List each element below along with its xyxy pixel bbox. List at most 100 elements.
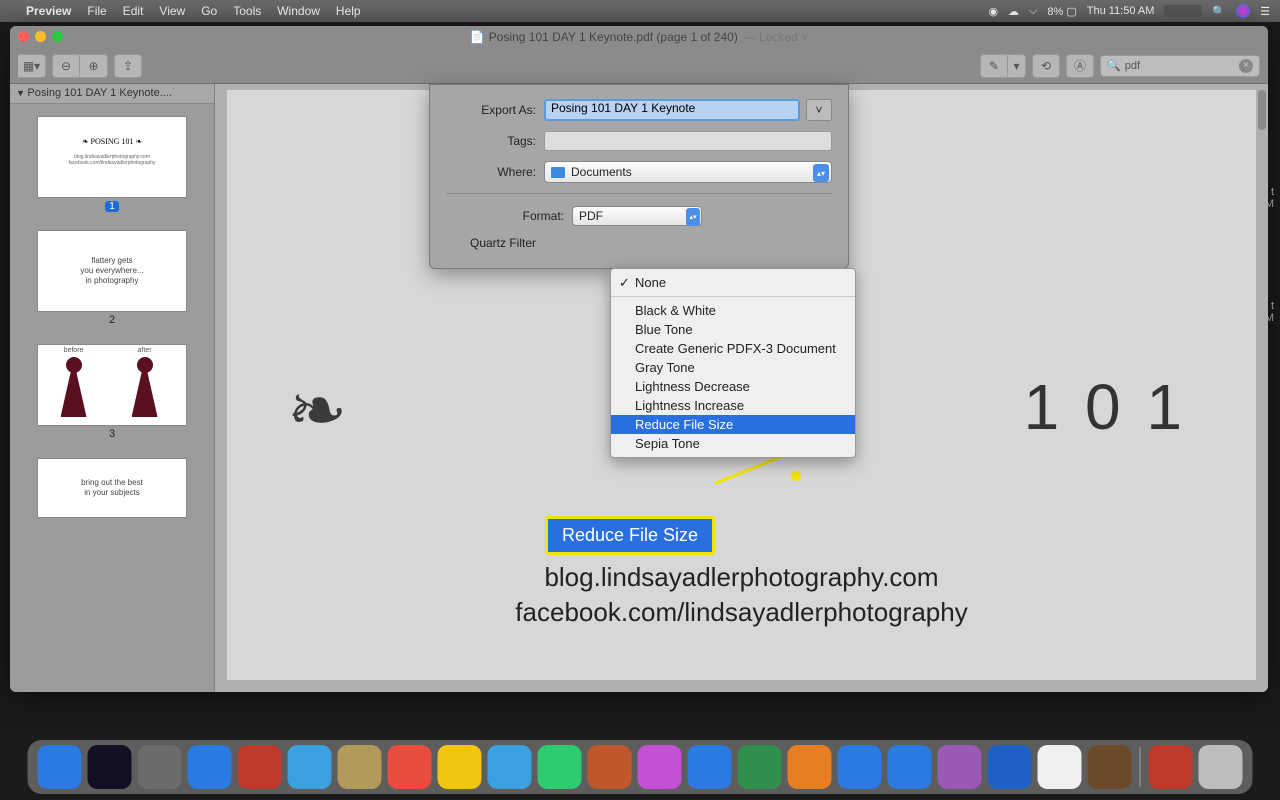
page-title-fragment: 1 0 1: [1024, 370, 1186, 444]
locked-indicator[interactable]: — Locked ˅: [744, 30, 808, 44]
thumbnail-sidebar: Posing 101 DAY 1 Keynote.... ❧ POSING 10…: [10, 84, 215, 692]
menu-view[interactable]: View: [159, 4, 185, 18]
dock-app-14[interactable]: [738, 745, 782, 789]
zoom-in-button[interactable]: ⊕: [80, 54, 108, 78]
spotlight-icon[interactable]: 🔍: [1212, 5, 1226, 18]
menu-go[interactable]: Go: [201, 4, 217, 18]
zoom-group: ⊖ ⊕: [52, 54, 108, 78]
format-label: Format:: [446, 209, 564, 223]
dock-app-15[interactable]: [788, 745, 832, 789]
page-number: 2: [10, 314, 214, 326]
annotation-callout: Reduce File Size: [545, 516, 715, 555]
where-label: Where:: [446, 165, 536, 179]
toolbar: ▦▾ ⊖ ⊕ ⇪ ✎ ▾ ⟲ Ⓐ 🔍 pdf ×: [10, 48, 1268, 84]
cc-status-icon[interactable]: ◉: [988, 5, 998, 18]
folder-icon: [551, 167, 565, 178]
notification-center-icon[interactable]: ☰: [1260, 5, 1270, 18]
sheet-divider: [446, 193, 832, 194]
markup-button[interactable]: Ⓐ: [1066, 54, 1094, 78]
clock[interactable]: Thu 11:50 AM: [1087, 5, 1155, 17]
sidebar-view-button[interactable]: ▦▾: [18, 54, 46, 78]
dock-app-0[interactable]: [38, 745, 82, 789]
thumbnail-page-1[interactable]: ❧ POSING 101 ❧ blog.lindsayadlerphotogra…: [37, 116, 187, 198]
dock-app-6[interactable]: [338, 745, 382, 789]
menu-item[interactable]: Create Generic PDFX-3 Document: [611, 339, 855, 358]
quartz-filter-label: Quartz Filter: [446, 236, 536, 250]
dock-app-11[interactable]: [588, 745, 632, 789]
search-value: pdf: [1125, 60, 1140, 72]
menu-tools[interactable]: Tools: [233, 4, 261, 18]
menu-help[interactable]: Help: [336, 4, 361, 18]
format-popup[interactable]: PDF ▴▾: [572, 206, 702, 226]
dock-app-2[interactable]: [138, 745, 182, 789]
annotation-leader-dot: [791, 471, 801, 481]
menu-item-reduce-file-size[interactable]: Reduce File Size: [611, 415, 855, 434]
menu-item[interactable]: Lightness Decrease: [611, 377, 855, 396]
dock-app-4[interactable]: [238, 745, 282, 789]
siri-icon[interactable]: [1236, 4, 1250, 18]
thumbnail-page-3[interactable]: before after: [37, 344, 187, 426]
dock-app-20[interactable]: [1038, 745, 1082, 789]
thumbnail-page-2[interactable]: flattery gets you everywhere... in photo…: [37, 230, 187, 312]
dock-app-22[interactable]: [1149, 745, 1193, 789]
where-popup[interactable]: Documents ▴▾: [544, 161, 832, 183]
dock-app-17[interactable]: [888, 745, 932, 789]
document-proxy-icon[interactable]: 📄: [470, 30, 485, 44]
app-menu[interactable]: Preview: [26, 4, 71, 18]
menu-item[interactable]: Gray Tone: [611, 358, 855, 377]
dock-app-5[interactable]: [288, 745, 332, 789]
dock-app-1[interactable]: [88, 745, 132, 789]
view-mode-group: ▦▾: [18, 54, 46, 78]
dock-app-19[interactable]: [988, 745, 1032, 789]
menu-item[interactable]: Sepia Tone: [611, 434, 855, 453]
menu-window[interactable]: Window: [277, 4, 320, 18]
search-field[interactable]: 🔍 pdf ×: [1100, 55, 1260, 77]
menu-item[interactable]: Lightness Increase: [611, 396, 855, 415]
dock-app-18[interactable]: [938, 745, 982, 789]
export-history-button[interactable]: ˅: [806, 99, 832, 121]
updown-icon: ▴▾: [813, 164, 829, 182]
minimize-button[interactable]: [35, 31, 46, 42]
battery-status[interactable]: 8% ▢: [1047, 5, 1076, 18]
user-menu[interactable]: [1164, 5, 1202, 17]
vertical-scrollbar[interactable]: [1258, 90, 1266, 130]
close-button[interactable]: [18, 31, 29, 42]
export-as-field[interactable]: Posing 101 DAY 1 Keynote: [544, 99, 800, 121]
highlight-menu-button[interactable]: ▾: [1008, 54, 1026, 78]
clear-search-button[interactable]: ×: [1239, 59, 1253, 73]
flourish-left-icon: ❧: [287, 368, 347, 453]
menu-item[interactable]: Blue Tone: [611, 320, 855, 339]
dock-app-12[interactable]: [638, 745, 682, 789]
preview-window: 📄 Posing 101 DAY 1 Keynote.pdf (page 1 o…: [10, 26, 1268, 692]
rotate-button[interactable]: ⟲: [1032, 54, 1060, 78]
dock-app-13[interactable]: [688, 745, 732, 789]
window-titlebar[interactable]: 📄 Posing 101 DAY 1 Keynote.pdf (page 1 o…: [10, 26, 1268, 48]
dock-app-10[interactable]: [538, 745, 582, 789]
tags-label: Tags:: [446, 134, 536, 148]
dock-app-23[interactable]: [1199, 745, 1243, 789]
page-number-current: 1: [105, 201, 119, 212]
zoom-out-button[interactable]: ⊖: [52, 54, 80, 78]
updown-icon: ▴▾: [686, 208, 700, 226]
share-button[interactable]: ⇪: [114, 54, 142, 78]
export-as-label: Export As:: [446, 103, 536, 117]
cloud-icon[interactable]: ☁: [1008, 5, 1019, 18]
wifi-icon[interactable]: ⌵: [1029, 5, 1037, 18]
tags-field[interactable]: [544, 131, 832, 151]
sidebar-header[interactable]: Posing 101 DAY 1 Keynote....: [10, 84, 214, 104]
dock-app-21[interactable]: [1088, 745, 1132, 789]
dock-app-7[interactable]: [388, 745, 432, 789]
highlight-button[interactable]: ✎: [980, 54, 1008, 78]
dock-app-9[interactable]: [488, 745, 532, 789]
menu-item[interactable]: Black & White: [611, 301, 855, 320]
export-sheet: Export As: Posing 101 DAY 1 Keynote ˅ Ta…: [429, 84, 849, 269]
menu-file[interactable]: File: [87, 4, 106, 18]
dock-app-16[interactable]: [838, 745, 882, 789]
menu-edit[interactable]: Edit: [123, 4, 144, 18]
dock-app-3[interactable]: [188, 745, 232, 789]
thumbnail-page-4[interactable]: bring out the best in your subjects: [37, 458, 187, 518]
menu-item-none[interactable]: None: [611, 273, 855, 292]
zoom-button[interactable]: [52, 31, 63, 42]
dock-app-8[interactable]: [438, 745, 482, 789]
window-title: Posing 101 DAY 1 Keynote.pdf (page 1 of …: [489, 30, 738, 44]
